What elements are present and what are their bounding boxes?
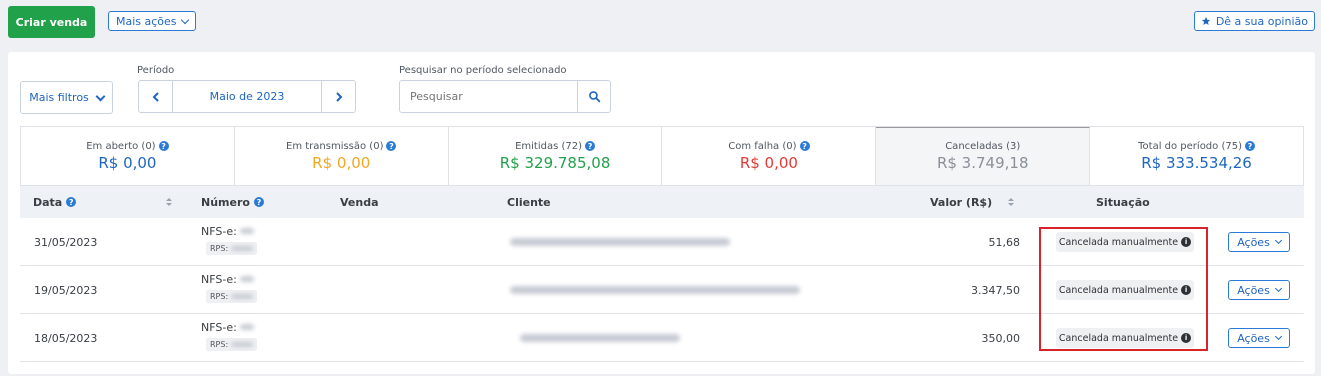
column-client: Cliente — [507, 195, 551, 209]
stat-cancelled[interactable]: Canceladas (3) R$ 3.749,18 — [876, 127, 1091, 185]
row-rps: RPS: — [206, 338, 257, 351]
star-icon — [1201, 16, 1210, 25]
row-value: 3.347,50 — [971, 283, 1020, 297]
rps-label: RPS: — [210, 244, 229, 253]
search-button[interactable] — [577, 81, 610, 112]
nfs-label: NFS-e: — [201, 321, 237, 334]
row-date: 18/05/2023 — [34, 331, 98, 345]
chevron-left-icon — [152, 91, 159, 102]
stat-total[interactable]: Total do período (75)? R$ 333.534,26 — [1090, 127, 1303, 185]
period-label: Período — [137, 65, 175, 76]
search-box — [399, 80, 611, 113]
row-nfs: NFS-e: — [201, 273, 255, 286]
chevron-down-icon — [180, 15, 189, 24]
actions-label: Ações — [1237, 235, 1270, 249]
client-name-redacted — [510, 286, 800, 294]
previous-period-button[interactable] — [139, 81, 173, 112]
question-icon[interactable]: ? — [1244, 141, 1255, 151]
row-rps: RPS: — [206, 242, 257, 255]
create-sale-button[interactable]: Criar venda — [8, 6, 95, 38]
stat-label: Em transmissão (0) — [286, 140, 384, 152]
more-actions-label: Mais ações — [116, 14, 177, 28]
more-actions-button[interactable]: Mais ações — [108, 11, 196, 31]
stat-failed[interactable]: Com falha (0)? R$ 0,00 — [662, 127, 877, 185]
stat-label: Canceladas (3) — [945, 141, 1021, 152]
nfs-label: NFS-e: — [201, 225, 237, 238]
rps-label: RPS: — [210, 340, 229, 349]
period-value[interactable]: Maio de 2023 — [173, 81, 321, 112]
feedback-button[interactable]: Dê a sua opinião — [1193, 11, 1315, 31]
search-icon — [588, 91, 600, 103]
row-date: 31/05/2023 — [34, 235, 98, 249]
actions-label: Ações — [1237, 331, 1270, 345]
stat-label: Em aberto (0) — [86, 140, 156, 152]
question-icon[interactable]: ? — [386, 141, 397, 151]
row-value: 350,00 — [981, 331, 1021, 345]
stat-value: R$ 333.534,26 — [1141, 153, 1252, 172]
more-filters-label: Mais filtros — [29, 91, 89, 104]
actions-button[interactable]: Ações — [1228, 280, 1290, 300]
column-number-label: Número — [201, 195, 250, 209]
highlight-box — [1039, 227, 1208, 351]
stat-label: Com falha (0) — [728, 140, 797, 152]
chevron-down-icon — [1274, 332, 1282, 341]
sort-icon[interactable] — [1008, 198, 1014, 206]
stat-transmitting[interactable]: Em transmissão (0)? R$ 0,00 — [234, 127, 449, 185]
question-icon[interactable]: ? — [253, 197, 264, 207]
sort-icon[interactable] — [166, 198, 172, 206]
table-header: Data ? Número ? Venda Cliente Valor (R$)… — [20, 186, 1304, 218]
column-status: Situação — [1096, 195, 1150, 209]
stat-value: R$ 0,00 — [312, 153, 371, 172]
chevron-down-icon — [1274, 284, 1282, 293]
question-icon[interactable]: ? — [799, 141, 810, 151]
stat-value: R$ 0,00 — [98, 153, 157, 172]
actions-button[interactable]: Ações — [1228, 328, 1290, 348]
row-date: 19/05/2023 — [34, 283, 98, 297]
column-number: Número ? — [201, 186, 264, 218]
actions-label: Ações — [1237, 283, 1270, 297]
feedback-label: Dê a sua opinião — [1215, 14, 1308, 28]
search-input[interactable] — [400, 81, 577, 112]
question-icon[interactable]: ? — [158, 141, 169, 151]
actions-button[interactable]: Ações — [1228, 232, 1290, 252]
column-value-label: Valor (R$) — [930, 195, 993, 209]
chevron-right-icon — [335, 91, 342, 102]
next-period-button[interactable] — [321, 81, 355, 112]
chevron-down-icon — [95, 91, 106, 101]
row-rps: RPS: — [206, 290, 257, 303]
row-nfs: NFS-e: — [201, 321, 255, 334]
rps-label: RPS: — [210, 292, 229, 301]
row-nfs: NFS-e: — [201, 225, 255, 238]
stat-value: R$ 0,00 — [739, 153, 798, 172]
client-name-redacted — [520, 334, 680, 342]
column-date-label: Data — [33, 195, 63, 209]
client-name-redacted — [510, 238, 730, 246]
search-label: Pesquisar no período selecionado — [399, 65, 567, 76]
chevron-down-icon — [1274, 236, 1282, 245]
stat-value: R$ 329.785,08 — [499, 153, 611, 172]
period-summary: Em aberto (0)? R$ 0,00 Em transmissão (0… — [20, 126, 1304, 186]
nfs-label: NFS-e: — [201, 273, 237, 286]
row-value: 51,68 — [988, 235, 1021, 249]
stat-value: R$ 3.749,18 — [936, 154, 1029, 172]
column-value[interactable]: Valor (R$) — [930, 186, 992, 218]
stat-label: Total do período (75) — [1138, 140, 1242, 152]
period-selector: Maio de 2023 — [138, 80, 356, 113]
column-sale: Venda — [340, 195, 379, 209]
stat-issued[interactable]: Emitidas (72)? R$ 329.785,08 — [448, 127, 663, 185]
more-filters-button[interactable]: Mais filtros — [20, 81, 113, 114]
question-icon[interactable]: ? — [585, 141, 596, 151]
top-toolbar: Criar venda Mais ações Dê a sua opinião — [0, 0, 1321, 48]
stat-open[interactable]: Em aberto (0)? R$ 0,00 — [21, 127, 235, 185]
column-date[interactable]: Data ? — [33, 186, 77, 218]
question-icon[interactable]: ? — [66, 197, 77, 207]
stat-label: Emitidas (72) — [515, 140, 583, 152]
